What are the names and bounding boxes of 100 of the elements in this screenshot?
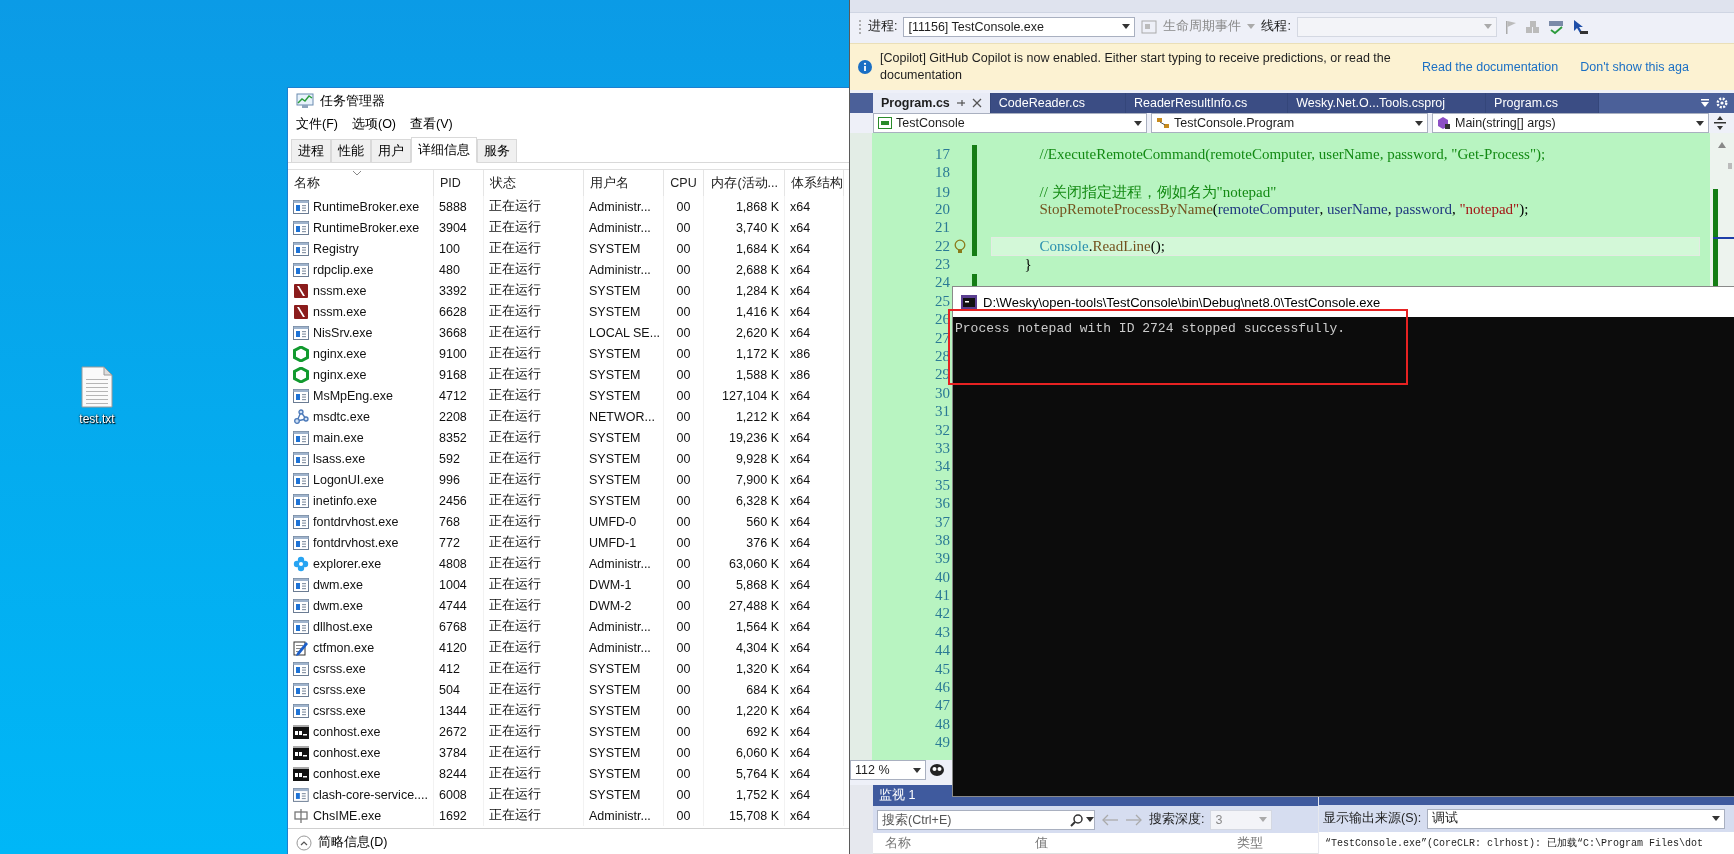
collapse-icon[interactable] <box>296 834 312 851</box>
menu-item[interactable]: 文件(F) <box>291 114 343 135</box>
column-header[interactable]: 值 <box>1023 834 1225 852</box>
table-cell: Administr... <box>589 808 651 823</box>
copilot-icon[interactable] <box>929 763 945 777</box>
document-tab[interactable]: Program.cs <box>873 93 991 113</box>
column-header[interactable]: 用户名 <box>590 174 629 192</box>
table-cell: 00 <box>676 409 691 424</box>
table-cell: 5,764 K <box>735 766 779 781</box>
menu-item[interactable]: 选项(O) <box>346 114 402 135</box>
table-cell: 19,236 K <box>728 430 779 445</box>
line-number: 32 <box>935 421 950 439</box>
settings-icon[interactable] <box>1716 97 1728 109</box>
search-field[interactable]: 搜索(Ctrl+E) <box>877 809 1095 830</box>
table-cell: x64 <box>790 535 811 550</box>
link[interactable]: Don't show this aga <box>1580 60 1689 74</box>
table-cell: SYSTEM <box>589 283 641 298</box>
process-name: msdtc.exe <box>313 409 370 424</box>
navigation-dropdown[interactable]: TestConsole.Program <box>1151 113 1428 133</box>
column-header[interactable]: 状态 <box>490 174 516 192</box>
column-header[interactable]: 内存(活动... <box>711 174 778 192</box>
zoom-dropdown[interactable]: 112 % <box>850 760 926 780</box>
window-icon <box>293 325 309 340</box>
pen-note-icon <box>293 639 309 656</box>
column-header[interactable]: 名称 <box>873 834 1023 852</box>
process-name: LogonUI.exe <box>313 472 384 487</box>
terminal-icon <box>293 766 309 781</box>
scroll-up-icon[interactable] <box>1717 141 1727 149</box>
navigation-dropdown[interactable]: TestConsole <box>873 113 1147 133</box>
table-cell: 00 <box>676 283 691 298</box>
table-cell: 692 K <box>746 724 779 739</box>
grip-icon <box>858 18 862 35</box>
table-cell: SYSTEM <box>589 682 641 697</box>
line-number: 30 <box>935 384 950 402</box>
tab[interactable]: 进程 <box>291 139 331 163</box>
scrollbar[interactable] <box>1710 133 1734 289</box>
process-name: dwm.exe <box>313 598 364 613</box>
table-cell: 2456 <box>439 493 467 508</box>
table-cell: NETWOR... <box>589 409 655 424</box>
tab[interactable]: 用户 <box>371 139 411 163</box>
table-cell: 3904 <box>439 220 467 235</box>
link[interactable]: 简略信息(D) <box>318 834 388 851</box>
line-number: 24 <box>935 274 950 292</box>
table-cell: 412 <box>439 661 460 676</box>
process-name: RuntimeBroker.exe <box>313 220 420 235</box>
dropdown-icon[interactable] <box>1700 98 1710 108</box>
column-header[interactable]: 体系结构 <box>791 174 843 192</box>
document-tab[interactable]: ReaderResultInfo.cs <box>1125 93 1289 113</box>
table-cell: x64 <box>790 766 811 781</box>
tab[interactable]: 服务 <box>477 139 517 163</box>
table-cell: Administr... <box>589 220 651 235</box>
document-tab[interactable]: Program.cs <box>1486 93 1599 113</box>
window-icon <box>293 661 309 676</box>
column-header[interactable]: 名称 <box>294 174 320 192</box>
table-cell: 00 <box>676 346 691 361</box>
caret-icon <box>1134 120 1142 126</box>
process-name: fontdrvhost.exe <box>313 514 399 529</box>
document-tab[interactable]: CodeReader.cs <box>990 93 1126 113</box>
split-icon[interactable] <box>1713 116 1727 130</box>
table-cell: x86 <box>790 367 811 382</box>
process-name: conhost.exe <box>313 724 381 739</box>
table-cell: 正在运行 <box>489 198 541 216</box>
process-name: lsass.exe <box>313 451 366 466</box>
spell-check-icon[interactable] <box>1546 18 1565 35</box>
column-header[interactable]: PID <box>440 176 461 191</box>
document-tab[interactable]: Wesky.Net.O...Tools.csproj <box>1288 93 1487 113</box>
network-nodes-icon <box>293 408 309 425</box>
table-cell: x64 <box>790 577 811 592</box>
table-cell: 00 <box>676 241 691 256</box>
source-dropdown[interactable]: 调试 <box>1427 808 1726 829</box>
table-cell: 00 <box>676 787 691 802</box>
column-header[interactable]: 类型 <box>1225 834 1318 852</box>
table-cell: x64 <box>790 220 811 235</box>
line-number: 36 <box>935 495 950 513</box>
search-icon[interactable] <box>1070 812 1084 827</box>
navigation-dropdown[interactable]: Main(string[] args) <box>1432 113 1709 133</box>
table-cell: 正在运行 <box>489 786 541 804</box>
lightbulb-icon[interactable] <box>954 238 966 254</box>
link[interactable]: Read the documentation <box>1422 60 1559 74</box>
table-cell: 3784 <box>439 745 467 760</box>
table-cell: x64 <box>790 430 811 445</box>
process-name: nginx.exe <box>313 346 367 361</box>
method-icon <box>1437 117 1451 129</box>
table-cell: x64 <box>790 514 811 529</box>
table-cell: 3668 <box>439 325 467 340</box>
table-cell: 00 <box>676 577 691 592</box>
process-dropdown[interactable]: [11156] TestConsole.exe <box>903 16 1136 37</box>
tab[interactable]: 详细信息 <box>411 137 477 164</box>
tab[interactable]: 性能 <box>331 139 371 163</box>
window-icon <box>293 535 309 550</box>
table-cell: SYSTEM <box>589 430 641 445</box>
table-cell: 1,564 K <box>735 619 779 634</box>
table-cell: x64 <box>790 493 811 508</box>
table-cell: 3392 <box>439 283 467 298</box>
table-cell: 正在运行 <box>489 723 541 741</box>
menu-item[interactable]: 查看(V) <box>405 114 458 135</box>
pin-icon[interactable] <box>955 98 966 108</box>
file-icon[interactable] <box>81 366 113 408</box>
column-header[interactable]: CPU <box>670 176 697 191</box>
close-icon[interactable] <box>971 98 982 108</box>
